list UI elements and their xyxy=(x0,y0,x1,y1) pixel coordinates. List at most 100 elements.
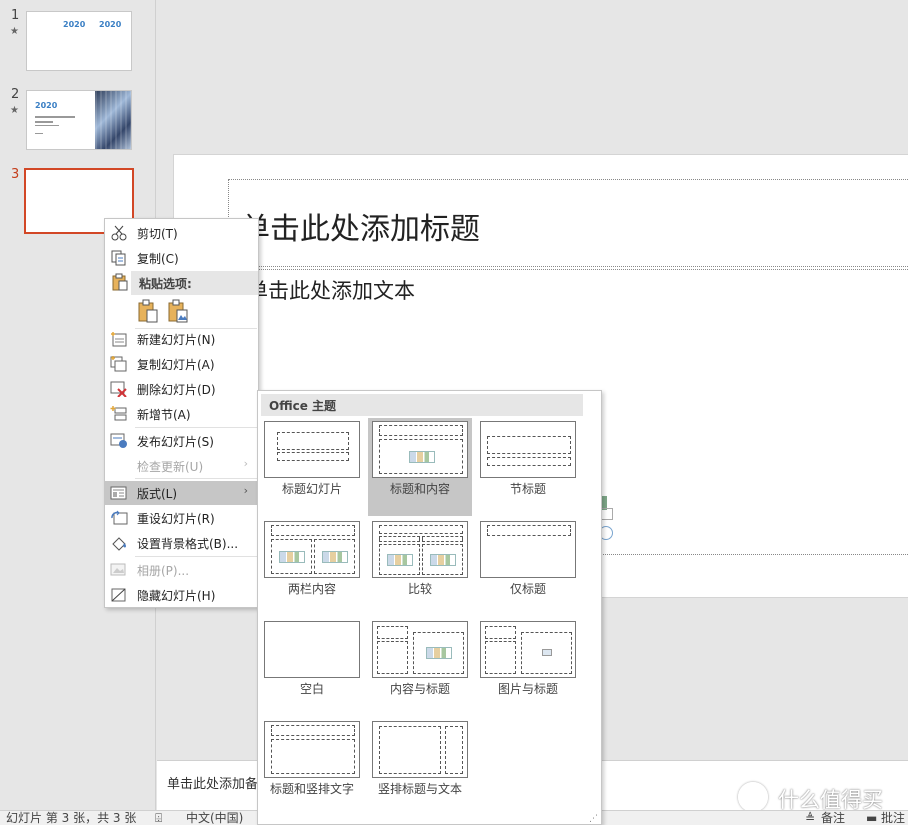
animation-star-icon: ★ xyxy=(10,105,19,116)
layout-name: 比较 xyxy=(407,582,432,596)
menu-item-label: 相册(P)... xyxy=(137,564,190,578)
gallery-header: Office 主题 xyxy=(261,394,583,416)
menu-item-publish-slides[interactable]: 发布幻灯片(S) xyxy=(105,429,258,453)
layout-title-and-vertical-text[interactable]: 标题和竖排文字 xyxy=(260,718,364,816)
slide-number-2: 2 xyxy=(11,87,20,102)
comments-button[interactable]: 批注 xyxy=(881,811,905,825)
context-menu: 剪切(T) 复制(C) 粘贴选项: 新建幻灯片(N) 复制幻灯片(A) 删除幻灯… xyxy=(104,218,259,608)
layout-vertical-title-and-text[interactable]: 竖排标题与文本 xyxy=(368,718,472,816)
menu-item-label: 发布幻灯片(S) xyxy=(137,435,214,449)
layout-blank[interactable]: 空白 xyxy=(260,618,364,716)
layout-preview xyxy=(480,421,576,478)
watermark-logo xyxy=(738,782,768,812)
menu-item-delete-slide[interactable]: 删除幻灯片(D) xyxy=(105,377,258,401)
slide-thumbnail-2[interactable]: 2020 xyxy=(26,90,132,150)
layout-title-box xyxy=(487,436,571,454)
layout-name: 节标题 xyxy=(509,482,546,496)
hide-slide-icon xyxy=(110,587,128,603)
resize-grip-icon[interactable]: ⋰ xyxy=(589,814,598,824)
title-placeholder[interactable]: 单击此处添加标题 xyxy=(228,179,908,267)
layout-title-box xyxy=(271,725,355,736)
layout-name: 标题和竖排文字 xyxy=(269,782,354,796)
layout-vertical-title-box xyxy=(445,726,463,774)
layout-section-header[interactable]: 节标题 xyxy=(476,418,580,516)
layout-icon xyxy=(110,485,128,501)
layout-name: 内容与标题 xyxy=(389,682,450,696)
menu-item-label: 检查更新(U) xyxy=(137,460,204,474)
content-icons xyxy=(387,554,413,566)
layout-preview xyxy=(372,621,468,678)
layout-text-box xyxy=(422,536,463,542)
layout-preview xyxy=(264,521,360,578)
menu-item-label: 复制幻灯片(A) xyxy=(137,358,215,372)
layout-content-with-caption[interactable]: 内容与标题 xyxy=(368,618,472,716)
layout-name: 仅标题 xyxy=(509,582,546,596)
menu-separator xyxy=(135,478,257,479)
layout-gallery: Office 主题 标题幻灯片 标题和内容 节标题 两栏内容 比较 仅标题 空白… xyxy=(257,390,602,825)
layout-content-box xyxy=(379,439,463,474)
layout-preview xyxy=(264,421,360,478)
layout-title-box xyxy=(277,432,349,450)
comments-icon[interactable]: ▬ xyxy=(866,811,877,825)
layout-content-box xyxy=(271,539,312,574)
layout-name: 标题和内容 xyxy=(389,482,450,496)
menu-separator xyxy=(135,427,257,428)
notes-placeholder: 单击此处添加备注 xyxy=(167,777,272,792)
layout-title-box xyxy=(487,525,571,536)
slide-thumbnail-1[interactable]: 2020 2020 xyxy=(26,11,132,71)
layout-name: 两栏内容 xyxy=(287,582,336,596)
menu-item-add-section[interactable]: 新增节(A) xyxy=(105,402,258,426)
copy-icon xyxy=(110,250,128,266)
paste-options-label: 粘贴选项: xyxy=(139,277,192,291)
paste-as-picture-icon[interactable] xyxy=(167,299,189,323)
notes-icon[interactable]: ≜ xyxy=(805,811,815,825)
thumb-text-line xyxy=(35,133,43,134)
menu-item-duplicate-slide[interactable]: 复制幻灯片(A) xyxy=(105,352,258,376)
paste-keep-formatting-icon[interactable] xyxy=(137,299,159,323)
layout-name: 标题幻灯片 xyxy=(281,482,342,496)
layout-content-box xyxy=(379,544,420,575)
layout-text-box xyxy=(485,641,516,674)
layout-subtitle-box xyxy=(277,452,349,461)
menu-item-hide-slide[interactable]: 隐藏幻灯片(H) xyxy=(105,583,258,607)
layout-title-and-content[interactable]: 标题和内容 xyxy=(368,418,472,516)
format-background-icon xyxy=(110,535,128,551)
layout-preview xyxy=(480,521,576,578)
menu-item-reset-slide[interactable]: 重设幻灯片(R) xyxy=(105,506,258,530)
publish-slides-icon xyxy=(110,433,128,449)
title-placeholder-text: 单击此处添加标题 xyxy=(240,212,480,247)
new-slide-icon xyxy=(110,331,128,347)
menu-item-cut[interactable]: 剪切(T) xyxy=(105,221,258,245)
content-placeholder-text: 单击此处添加文本 xyxy=(247,279,415,303)
slide-number-1: 1 xyxy=(11,8,20,23)
menu-item-label: 设置背景格式(B)... xyxy=(137,537,239,551)
menu-item-check-updates: 检查更新(U) › xyxy=(105,454,258,478)
layout-comparison[interactable]: 比较 xyxy=(368,518,472,616)
submenu-arrow-icon: › xyxy=(243,457,248,470)
photo-album-icon xyxy=(110,562,128,578)
language-status[interactable]: 中文(中国) xyxy=(186,811,243,825)
layout-two-content[interactable]: 两栏内容 xyxy=(260,518,364,616)
menu-item-copy[interactable]: 复制(C) xyxy=(105,246,258,270)
content-icons xyxy=(279,551,305,563)
layout-content-box xyxy=(413,632,464,674)
notes-button[interactable]: 备注 xyxy=(821,811,845,825)
menu-separator xyxy=(135,556,257,557)
layout-picture-box xyxy=(521,632,572,674)
layout-title-slide[interactable]: 标题幻灯片 xyxy=(260,418,364,516)
layout-vertical-text-box xyxy=(379,726,441,774)
animation-star-icon: ★ xyxy=(10,26,19,37)
layout-picture-with-caption[interactable]: 图片与标题 xyxy=(476,618,580,716)
menu-item-label: 重设幻灯片(R) xyxy=(137,512,215,526)
spell-check-icon[interactable]: ⌹ xyxy=(155,811,162,825)
menu-item-format-background[interactable]: 设置背景格式(B)... xyxy=(105,531,258,555)
paste-options-header: 粘贴选项: xyxy=(131,271,258,295)
layout-title-box xyxy=(377,626,408,639)
menu-item-layout[interactable]: 版式(L) › xyxy=(105,481,258,505)
picture-placeholder-icon xyxy=(542,649,552,656)
menu-item-label: 版式(L) xyxy=(137,487,178,501)
content-icons xyxy=(409,451,435,463)
duplicate-slide-icon xyxy=(110,356,128,372)
layout-title-only[interactable]: 仅标题 xyxy=(476,518,580,616)
menu-item-new-slide[interactable]: 新建幻灯片(N) xyxy=(105,327,258,351)
